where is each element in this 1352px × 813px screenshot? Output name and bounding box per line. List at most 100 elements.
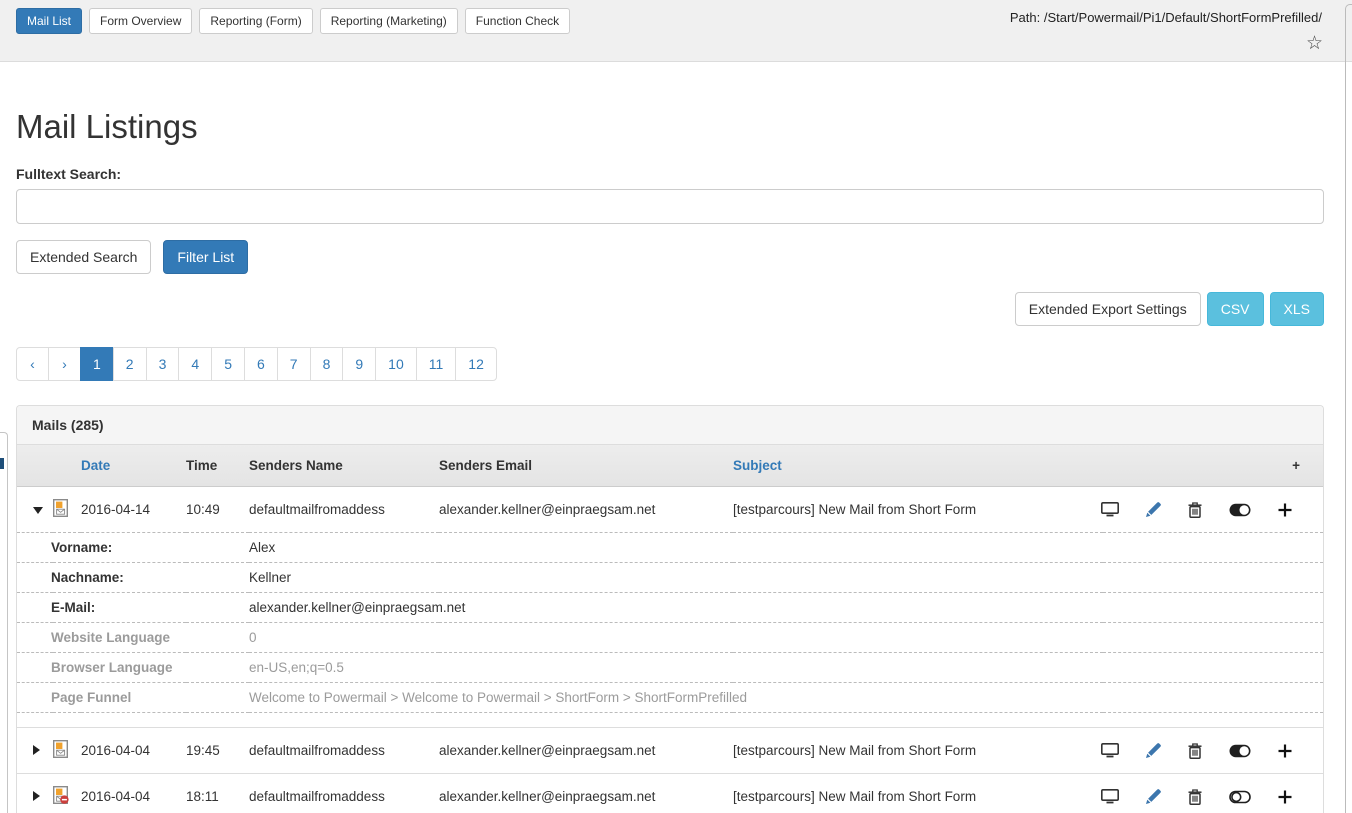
doc-header: Mail List Form Overview Reporting (Form)… xyxy=(0,0,1352,62)
mail-date: 2016-04-04 xyxy=(81,774,186,813)
header-date[interactable]: Date xyxy=(81,445,186,487)
mail-record-icon[interactable] xyxy=(53,740,68,758)
extended-export-settings-button[interactable]: Extended Export Settings xyxy=(1015,292,1201,326)
pagination-page-6[interactable]: 6 xyxy=(244,347,278,381)
detail-value: Kellner xyxy=(249,563,1323,593)
page-path: Path: /Start/Powermail/Pi1/Default/Short… xyxy=(1010,10,1322,25)
header-senders-name: Senders Name xyxy=(249,445,439,487)
expand-caret-icon[interactable] xyxy=(33,745,40,755)
pagination-page-8[interactable]: 8 xyxy=(310,347,344,381)
detail-label: Website Language xyxy=(17,623,249,653)
mails-panel: Mails (285) Date Time Senders Name Sende… xyxy=(16,405,1324,813)
delete-icon[interactable] xyxy=(1188,502,1202,518)
pagetree-indicator xyxy=(0,458,4,469)
detail-value: en-US,en;q=0.5 xyxy=(249,653,1323,683)
detail-label: Nachname: xyxy=(17,563,249,593)
detail-value: Alex xyxy=(249,533,1323,563)
add-icon[interactable] xyxy=(1278,503,1292,517)
hide-toggle-icon[interactable] xyxy=(1229,744,1251,758)
mail-subject: [testparcours] New Mail from Short Form xyxy=(733,728,1103,774)
mail-subject: [testparcours] New Mail from Short Form xyxy=(733,774,1103,813)
collapse-caret-icon[interactable] xyxy=(33,507,43,514)
edit-icon[interactable] xyxy=(1146,789,1161,804)
pagination-page-3[interactable]: 3 xyxy=(146,347,180,381)
detail-label: Browser Language xyxy=(17,653,249,683)
detail-spacer xyxy=(17,713,1323,728)
mail-sender-email: alexander.kellner@einpraegsam.net xyxy=(439,487,733,533)
mail-date: 2016-04-14 xyxy=(81,487,186,533)
header-icon-col xyxy=(53,445,81,487)
export-csv-button[interactable]: CSV xyxy=(1207,292,1264,326)
function-menu-tabs: Mail List Form Overview Reporting (Form)… xyxy=(16,8,570,34)
header-subject[interactable]: Subject xyxy=(733,445,1103,487)
mail-date: 2016-04-04 xyxy=(81,728,186,774)
mails-table: Date Time Senders Name Senders Email Sub… xyxy=(17,445,1323,813)
pagination-next[interactable]: › xyxy=(48,347,81,381)
detail-label: E-Mail: xyxy=(17,593,249,623)
tab-function-check[interactable]: Function Check xyxy=(465,8,570,34)
mail-record-hidden-icon[interactable] xyxy=(53,786,68,804)
preview-icon[interactable] xyxy=(1101,502,1119,517)
expand-caret-icon[interactable] xyxy=(33,791,40,801)
detail-value: 0 xyxy=(249,623,1323,653)
delete-icon[interactable] xyxy=(1188,789,1202,805)
extended-search-button[interactable]: Extended Search xyxy=(16,240,151,274)
collapsed-pagetree-edge[interactable] xyxy=(0,432,8,813)
detail-row: Page Funnel Welcome to Powermail > Welco… xyxy=(17,683,1323,713)
mail-subject: [testparcours] New Mail from Short Form xyxy=(733,487,1103,533)
pagination-page-11[interactable]: 11 xyxy=(416,347,457,381)
header-add-column-button[interactable]: + xyxy=(1103,445,1323,487)
add-icon[interactable] xyxy=(1278,744,1292,758)
mail-time: 18:11 xyxy=(186,774,249,813)
mail-time: 10:49 xyxy=(186,487,249,533)
filter-list-button[interactable]: Filter List xyxy=(163,240,248,274)
unhide-toggle-icon[interactable] xyxy=(1229,790,1251,804)
mail-sender-email: alexander.kellner@einpraegsam.net xyxy=(439,774,733,813)
table-row: 2016-04-04 19:45 defaultmailfromaddess a… xyxy=(17,728,1323,774)
detail-row: E-Mail: alexander.kellner@einpraegsam.ne… xyxy=(17,593,1323,623)
tab-mail-list[interactable]: Mail List xyxy=(16,8,82,34)
pagination-page-2[interactable]: 2 xyxy=(113,347,147,381)
table-row: 2016-04-04 18:11 defaultmailfromaddess a… xyxy=(17,774,1323,813)
table-header-row: Date Time Senders Name Senders Email Sub… xyxy=(17,445,1323,487)
edit-icon[interactable] xyxy=(1146,743,1161,758)
pagination-page-9[interactable]: 9 xyxy=(342,347,376,381)
pagination-page-10[interactable]: 10 xyxy=(375,347,417,381)
header-caret-col xyxy=(17,445,53,487)
detail-row: Nachname: Kellner xyxy=(17,563,1323,593)
bookmark-star-icon[interactable]: ☆ xyxy=(1306,34,1323,53)
detail-value: Welcome to Powermail > Welcome to Powerm… xyxy=(249,683,1323,713)
mail-sender-name: defaultmailfromaddess xyxy=(249,774,439,813)
page-title: Mail Listings xyxy=(16,108,1324,146)
pagination: ‹ › 1 2 3 4 5 6 7 8 9 10 11 12 xyxy=(16,347,497,381)
detail-row: Browser Language en-US,en;q=0.5 xyxy=(17,653,1323,683)
pagination-page-5[interactable]: 5 xyxy=(211,347,245,381)
mails-panel-title: Mails (285) xyxy=(17,406,1323,445)
hide-toggle-icon[interactable] xyxy=(1229,503,1251,517)
mail-sender-email: alexander.kellner@einpraegsam.net xyxy=(439,728,733,774)
tab-reporting-form[interactable]: Reporting (Form) xyxy=(199,8,312,34)
fulltext-search-input[interactable] xyxy=(16,189,1324,224)
module-body: Mail Listings Fulltext Search: Extended … xyxy=(0,108,1352,813)
preview-icon[interactable] xyxy=(1101,789,1119,804)
preview-icon[interactable] xyxy=(1101,743,1119,758)
header-time: Time xyxy=(186,445,249,487)
export-xls-button[interactable]: XLS xyxy=(1270,292,1324,326)
header-senders-email: Senders Email xyxy=(439,445,733,487)
scrollbar-track[interactable] xyxy=(1345,4,1352,813)
mail-sender-name: defaultmailfromaddess xyxy=(249,728,439,774)
detail-row: Website Language 0 xyxy=(17,623,1323,653)
mail-record-icon[interactable] xyxy=(53,499,68,517)
pagination-page-12[interactable]: 12 xyxy=(455,347,497,381)
edit-icon[interactable] xyxy=(1146,502,1161,517)
mail-sender-name: defaultmailfromaddess xyxy=(249,487,439,533)
delete-icon[interactable] xyxy=(1188,743,1202,759)
add-icon[interactable] xyxy=(1278,790,1292,804)
pagination-prev[interactable]: ‹ xyxy=(16,347,49,381)
pagination-page-7[interactable]: 7 xyxy=(277,347,311,381)
pagination-page-4[interactable]: 4 xyxy=(178,347,212,381)
tab-form-overview[interactable]: Form Overview xyxy=(89,8,192,34)
tab-reporting-marketing[interactable]: Reporting (Marketing) xyxy=(320,8,458,34)
fulltext-search-label: Fulltext Search: xyxy=(16,166,1324,182)
pagination-page-1[interactable]: 1 xyxy=(80,347,114,381)
